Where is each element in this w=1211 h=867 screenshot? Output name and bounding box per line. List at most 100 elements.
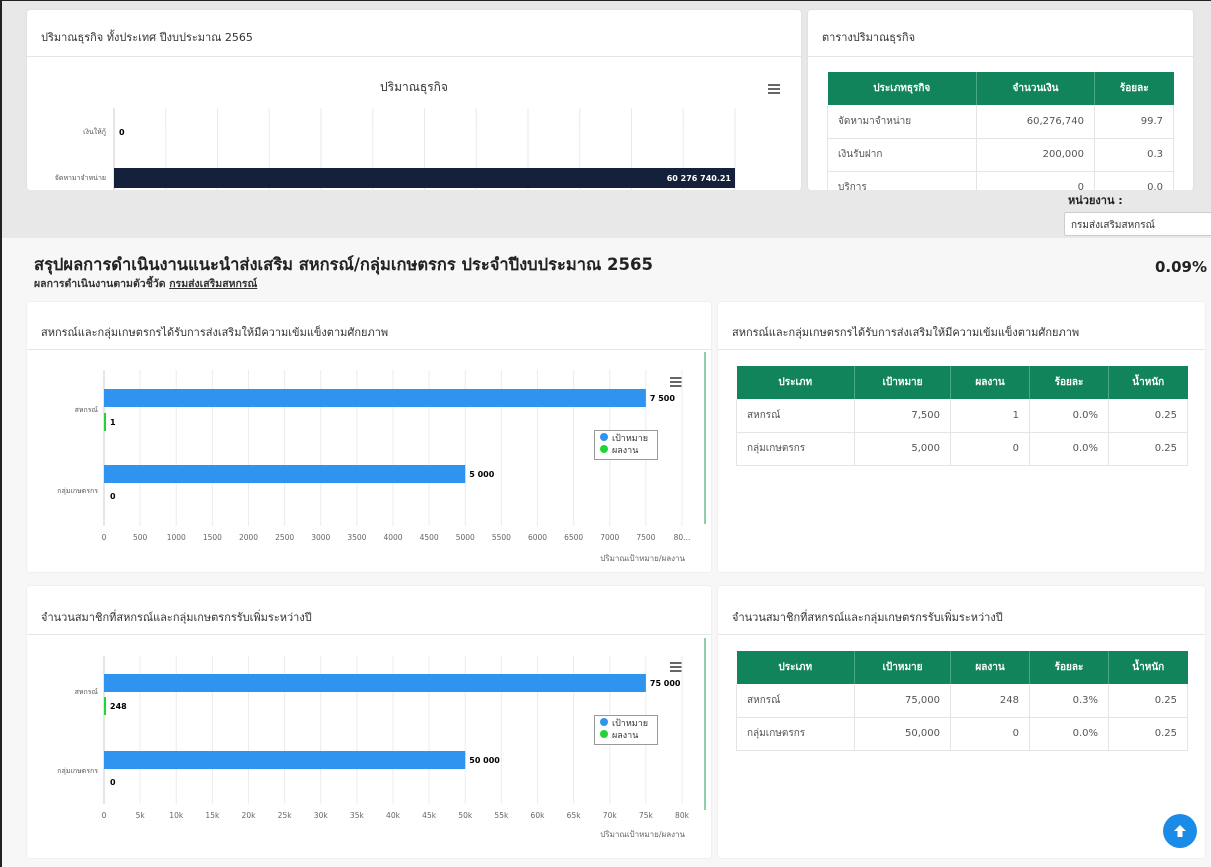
legend-dot-icon — [600, 433, 608, 441]
tick-label: 10k — [169, 811, 184, 820]
card-divider — [718, 349, 1205, 350]
bar — [104, 697, 106, 715]
table-header: เป้าหมาย — [854, 366, 951, 399]
tick-label: 50k — [458, 811, 473, 820]
chart-legend: เป้าหมาย ผลงาน — [594, 715, 658, 745]
legend-item[interactable]: ผลงาน — [600, 445, 652, 457]
legend-label: เป้าหมาย — [612, 719, 649, 729]
subtitle-prefix: ผลการดำเนินงานตามตัวชี้วัด — [34, 278, 166, 290]
table-cell: 5,000 — [854, 432, 951, 466]
table-header: จำนวนเงิน — [976, 72, 1095, 105]
data-label: 7 500 — [650, 394, 675, 403]
table-cell: 0.25 — [1108, 684, 1188, 718]
strength-table: ประเภท เป้าหมาย ผลงาน ร้อยละ น้ำหนัก สหก… — [736, 366, 1188, 466]
table-cell: 1 — [950, 399, 1030, 433]
table-row: กลุ่มเกษตรกร 50,000 0 0.0% 0.25 — [736, 717, 1188, 751]
x-axis-label: ปริมาณเป้าหมาย/ผลงาน — [600, 830, 685, 839]
unit-select[interactable]: กรมส่งเสริมสหกรณ์ — [1064, 212, 1211, 236]
table-header: ผลงาน — [950, 651, 1030, 684]
strength-chart-card: สหกรณ์และกลุ่มเกษตรกรได้รับการส่งเสริมให… — [27, 302, 711, 572]
table-cell: 0.25 — [1108, 432, 1188, 466]
tick-label: 70k — [603, 811, 618, 820]
chart-right-border — [704, 352, 706, 524]
members-table-card: จำนวนสมาชิกที่สหกรณ์และกลุ่มเกษตรกรรับเพ… — [718, 586, 1205, 858]
table-cell: 60,276,740 — [976, 105, 1095, 139]
legend-dot-icon — [600, 730, 608, 738]
business-volume-chart: เงินให้กู้ 0 จัดหามาจำหน่าย 60 276 740.21 — [55, 108, 736, 190]
x-axis-label: ปริมาณเป้าหมาย/ผลงาน — [600, 554, 685, 563]
tick-label: 40k — [386, 811, 401, 820]
bar — [104, 389, 646, 407]
tick-label: 2000 — [239, 533, 258, 542]
bar — [104, 413, 106, 431]
department-link[interactable]: กรมส่งเสริมสหกรณ์ — [169, 278, 257, 290]
scroll-to-top-button[interactable] — [1163, 814, 1197, 848]
data-label: 248 — [110, 702, 127, 711]
tick-label: 2500 — [275, 533, 294, 542]
table-header: ประเภทธุรกิจ — [827, 72, 977, 105]
table-header: เป้าหมาย — [854, 651, 951, 684]
table-cell: 0.0% — [1029, 432, 1109, 466]
tick-label: 3000 — [311, 533, 330, 542]
card-divider — [718, 634, 1205, 635]
tick-label: 4500 — [420, 533, 439, 542]
tick-label: 60k — [531, 811, 546, 820]
table-cell: สหกรณ์ — [736, 684, 855, 718]
business-table: ประเภทธุรกิจ จำนวนเงิน ร้อยละ จัดหามาจำห… — [827, 72, 1174, 190]
tick-label: 6000 — [528, 533, 547, 542]
tick-label: 80... — [674, 533, 691, 542]
category-label: จัดหามาจำหน่าย — [55, 174, 106, 182]
table-cell: 248 — [950, 684, 1030, 718]
table-cell: 0 — [950, 717, 1030, 751]
legend-item[interactable]: เป้าหมาย — [600, 433, 652, 445]
table-cell: 0 — [950, 432, 1030, 466]
strength-table-card-title: สหกรณ์และกลุ่มเกษตรกรได้รับการส่งเสริมให… — [732, 326, 1080, 339]
data-label: 0 — [119, 128, 125, 137]
tick-label: 5000 — [456, 533, 475, 542]
tick-label: 35k — [350, 811, 365, 820]
legend-dot-icon — [600, 445, 608, 453]
tick-label: 55k — [494, 811, 509, 820]
table-cell: 75,000 — [854, 684, 951, 718]
tick-label: 6500 — [564, 533, 583, 542]
category-label: เงินให้กู้ — [83, 127, 106, 136]
legend-label: เป้าหมาย — [612, 434, 649, 444]
strength-table-card: สหกรณ์และกลุ่มเกษตรกรได้รับการส่งเสริมให… — [718, 302, 1205, 572]
chart-legend: เป้าหมาย ผลงาน — [594, 430, 658, 460]
members-table-card-title: จำนวนสมาชิกที่สหกรณ์และกลุ่มเกษตรกรรับเพ… — [732, 611, 1003, 624]
table-cell: 50,000 — [854, 717, 951, 751]
table-header: น้ำหนัก — [1108, 366, 1188, 399]
arrow-up-icon — [1174, 825, 1186, 837]
tick-label: 5k — [136, 811, 146, 820]
tick-label: 1500 — [203, 533, 222, 542]
tick-label: 30k — [314, 811, 329, 820]
business-volume-card: ปริมาณธุรกิจ ทั้งประเทศ ปีงบประมาณ 2565 … — [27, 10, 801, 190]
tick-label: 3500 — [347, 533, 366, 542]
table-cell: 0.25 — [1108, 399, 1188, 433]
legend-label: ผลงาน — [612, 446, 639, 456]
legend-item[interactable]: ผลงาน — [600, 730, 652, 742]
table-cell: จัดหามาจำหน่าย — [827, 105, 977, 139]
data-label: 75 000 — [650, 679, 681, 688]
bar — [104, 465, 466, 483]
tick-label: 0 — [102, 533, 107, 542]
data-label: 0 — [110, 778, 116, 787]
bar — [104, 674, 646, 692]
table-cell: 200,000 — [976, 138, 1095, 172]
legend-item[interactable]: เป้าหมาย — [600, 718, 652, 730]
tick-label: 5500 — [492, 533, 511, 542]
table-header: ผลงาน — [950, 366, 1030, 399]
category-label: สหกรณ์ — [75, 688, 99, 696]
members-table: ประเภท เป้าหมาย ผลงาน ร้อยละ น้ำหนัก สหก… — [736, 651, 1188, 751]
table-cell: บริการ — [827, 171, 977, 190]
tick-label: 4000 — [383, 533, 402, 542]
tick-label: 65k — [567, 811, 582, 820]
chart-right-border — [704, 638, 706, 810]
data-label: 50 000 — [469, 756, 500, 765]
members-chart-card: จำนวนสมาชิกที่สหกรณ์และกลุ่มเกษตรกรรับเพ… — [27, 586, 711, 858]
table-row: กลุ่มเกษตรกร 5,000 0 0.0% 0.25 — [736, 432, 1188, 466]
data-label: 1 — [110, 418, 116, 427]
unit-label: หน่วยงาน : — [1068, 194, 1123, 207]
table-cell: สหกรณ์ — [736, 399, 855, 433]
table-cell: 0.0% — [1029, 399, 1109, 433]
